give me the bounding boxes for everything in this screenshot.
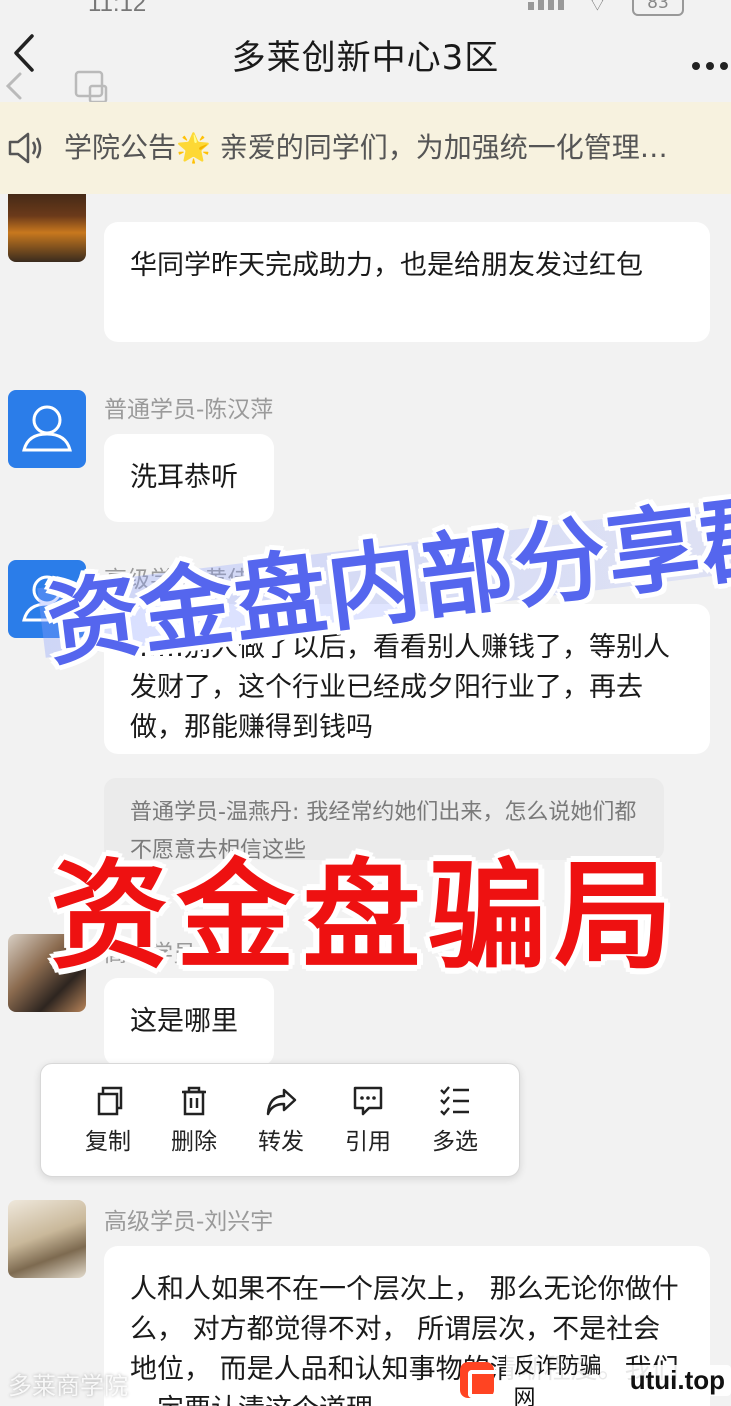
chat-title: 多莱创新中心3区 bbox=[231, 38, 500, 78]
battery-level: 83 bbox=[647, 0, 669, 13]
sender-name: 高级学员-刘兴宇 bbox=[104, 1209, 274, 1235]
menu-label: 复制 bbox=[85, 1129, 131, 1155]
footer-caption: 多莱商学院 bbox=[8, 1372, 128, 1400]
message-text: 这是哪里 bbox=[130, 1006, 238, 1037]
nav-bar: 多莱创新中心3区 bbox=[0, 22, 731, 104]
overlay-headline: 资金盘骗局 bbox=[50, 847, 681, 985]
announcement-bar[interactable]: 学院公告🌟 亲爱的同学们，为加强统一化管理… bbox=[0, 102, 731, 194]
message-text: 洗耳恭听 bbox=[130, 462, 238, 493]
watermark-logo-icon bbox=[460, 1362, 500, 1398]
user-icon bbox=[22, 405, 72, 452]
watermark: 反诈防骗网 utui.top bbox=[460, 1346, 731, 1406]
avatar[interactable] bbox=[8, 390, 86, 468]
menu-label: 转发 bbox=[258, 1129, 304, 1155]
battery-icon: 83 bbox=[632, 0, 684, 16]
watermark-domain: utui.top bbox=[623, 1364, 731, 1396]
trash-icon bbox=[182, 1086, 206, 1116]
menu-label: 引用 bbox=[345, 1129, 391, 1155]
menu-delete[interactable]: 删除 bbox=[157, 1084, 231, 1156]
announcement-text: 学院公告🌟 亲爱的同学们，为加强统一化管理… bbox=[64, 131, 668, 164]
more-options-icon[interactable] bbox=[690, 58, 730, 74]
sender-name: 普通学员-陈汉萍 bbox=[104, 397, 274, 423]
status-bar: 11:12 ⌔ 83 bbox=[0, 0, 731, 22]
status-time: 11:12 bbox=[88, 0, 147, 17]
wifi-icon: ⌔ bbox=[588, 0, 607, 16]
avatar[interactable] bbox=[8, 194, 86, 262]
chat-messages[interactable]: 华同学昨天完成助力，也是给朋友发过红包 普通学员-陈汉萍 洗耳恭听 高级学员-黄… bbox=[0, 194, 731, 1406]
menu-copy[interactable]: 复制 bbox=[71, 1084, 145, 1156]
message-bubble[interactable]: 华同学昨天完成助力，也是给朋友发过红包 bbox=[104, 222, 710, 342]
message-bubble[interactable]: 这是哪里 bbox=[104, 978, 274, 1066]
menu-quote[interactable]: 引用 bbox=[331, 1084, 405, 1156]
message-context-menu: 复制 删除 转发 引用 多选 bbox=[40, 1063, 520, 1177]
menu-label: 多选 bbox=[432, 1129, 478, 1155]
menu-multiselect[interactable]: 多选 bbox=[418, 1084, 492, 1156]
forward-icon bbox=[266, 1088, 297, 1116]
menu-label: 删除 bbox=[171, 1129, 217, 1155]
multiselect-icon bbox=[440, 1086, 469, 1116]
menu-forward[interactable]: 转发 bbox=[244, 1084, 318, 1156]
watermark-text: 反诈防骗网 bbox=[505, 1346, 614, 1406]
quote-icon bbox=[353, 1086, 383, 1116]
avatar[interactable] bbox=[8, 1200, 86, 1278]
copy-icon bbox=[97, 1086, 123, 1116]
speaker-icon bbox=[8, 132, 42, 164]
message-text: 华同学昨天完成助力，也是给朋友发过红包 bbox=[130, 250, 643, 281]
signal-icon bbox=[528, 0, 564, 10]
